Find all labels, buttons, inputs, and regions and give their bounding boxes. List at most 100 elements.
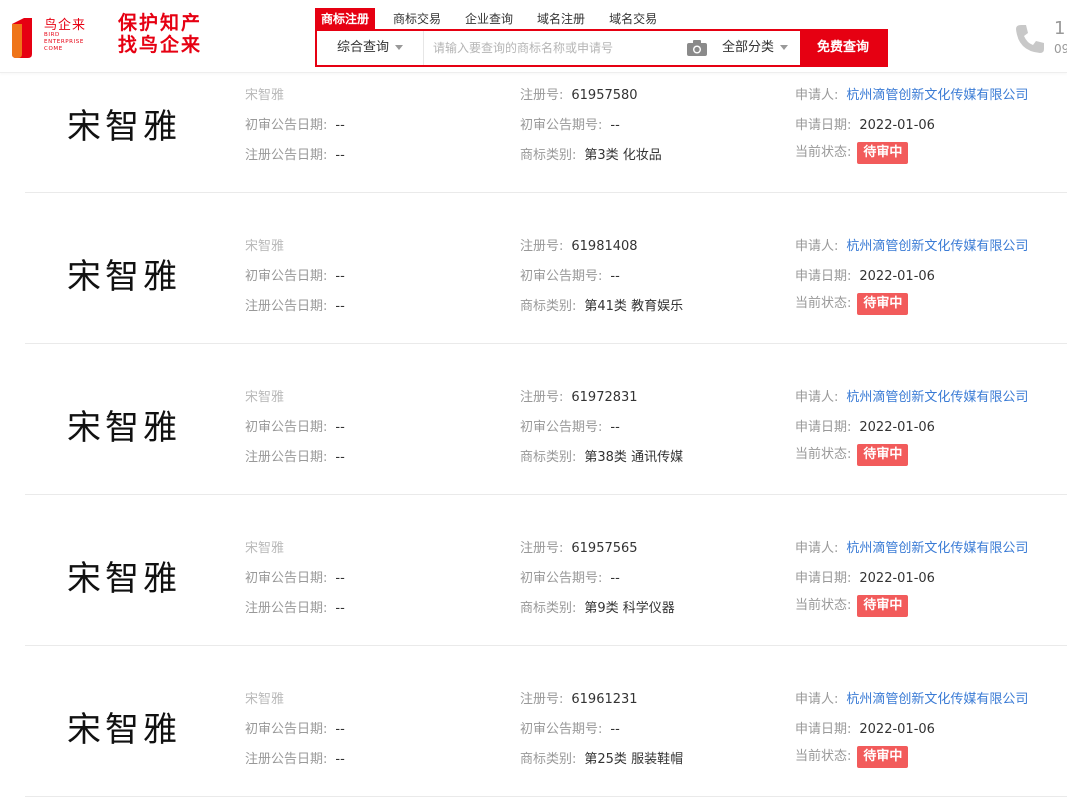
first-trial-no: 初审公告期号: -- [520, 567, 620, 586]
applicant-link[interactable]: 杭州滴管创新文化传媒有限公司 [846, 88, 1028, 103]
reg-notice-date: 注册公告日期: -- [245, 144, 345, 163]
trademark-name-text: 宋智雅 [245, 239, 285, 254]
logo-icon[interactable] [8, 14, 36, 58]
result-row[interactable]: 宋智雅 宋智雅 初审公告日期: -- 注册公告日期: -- 注册号: 61957565… [25, 495, 1067, 646]
applicant-link[interactable]: 杭州滴管创新文化传媒有限公司 [846, 390, 1028, 405]
first-trial-no-label: 初审公告期号: [520, 420, 603, 435]
first-trial-date: 初审公告日期: -- [245, 114, 345, 133]
chevron-down-icon [780, 45, 789, 50]
trademark-image[interactable]: 宋智雅 [67, 99, 181, 148]
reg-no-label: 注册号: [520, 239, 564, 254]
reg-no: 注册号: 61957565 [520, 537, 638, 556]
category-value: 第41类 教育娱乐 [584, 299, 684, 314]
first-trial-date-label: 初审公告日期: [245, 269, 328, 284]
search-input[interactable] [433, 31, 683, 65]
apply-date: 申请日期: 2022-01-06 [795, 416, 935, 435]
status-label: 当前状态: [795, 296, 852, 311]
status-badge: 待审中 [857, 746, 909, 768]
trademark-image[interactable]: 宋智雅 [67, 551, 181, 600]
first-trial-date: 初审公告日期: -- [245, 718, 345, 737]
slogan-line-1: 保护知产 [118, 12, 203, 34]
tab-domain-register[interactable]: 域名注册 [531, 8, 591, 30]
current-status: 当前状态: 待审中 [795, 443, 909, 466]
reg-no: 注册号: 61981408 [520, 235, 638, 254]
trademark-image[interactable]: 宋智雅 [67, 249, 181, 298]
first-trial-no-value: -- [610, 571, 620, 586]
result-row[interactable]: 宋智雅 宋智雅 初审公告日期: -- 注册公告日期: -- 注册号: 61961231… [25, 646, 1067, 797]
reg-notice-date-value: -- [335, 601, 345, 616]
trademark-name-text: 宋智雅 [245, 692, 285, 707]
applicant-link[interactable]: 杭州滴管创新文化传媒有限公司 [846, 692, 1028, 707]
status-label: 当前状态: [795, 749, 852, 764]
first-trial-date-label: 初审公告日期: [245, 118, 328, 133]
current-status: 当前状态: 待审中 [795, 292, 909, 315]
category-value: 第25类 服装鞋帽 [584, 752, 684, 767]
chevron-down-icon [395, 45, 403, 50]
slogan: 保护知产 找鸟企来 [118, 12, 228, 56]
reg-no: 注册号: 61972831 [520, 386, 638, 405]
apply-date: 申请日期: 2022-01-06 [795, 718, 935, 737]
trademark-image[interactable]: 宋智雅 [67, 400, 181, 449]
first-trial-date-label: 初审公告日期: [245, 722, 328, 737]
status-badge: 待审中 [857, 444, 909, 466]
apply-date-label: 申请日期: [795, 269, 852, 284]
tab-trademark-trade[interactable]: 商标交易 [387, 8, 447, 30]
trademark-image[interactable]: 宋智雅 [67, 702, 181, 751]
trademark-name-text: 宋智雅 [245, 88, 285, 103]
trademark-name: 宋智雅 [245, 688, 284, 707]
first-trial-no-label: 初审公告期号: [520, 571, 603, 586]
category-dropdown[interactable]: 全部分类 [722, 31, 789, 65]
trademark-category: 商标类别: 第3类 化妆品 [520, 144, 662, 163]
applicant: 申请人: 杭州滴管创新文化传媒有限公司 [795, 688, 1028, 707]
search-button[interactable]: 免费查询 [800, 31, 886, 65]
first-trial-date: 初审公告日期: -- [245, 265, 345, 284]
reg-no: 注册号: 61961231 [520, 688, 638, 707]
applicant: 申请人: 杭州滴管创新文化传媒有限公司 [795, 84, 1028, 103]
reg-notice-date-label: 注册公告日期: [245, 450, 328, 465]
slogan-line-2: 找鸟企来 [118, 34, 203, 56]
reg-notice-date-value: -- [335, 299, 345, 314]
apply-date-value: 2022-01-06 [859, 420, 935, 435]
trademark-category: 商标类别: 第38类 通讯传媒 [520, 446, 683, 465]
reg-notice-date: 注册公告日期: -- [245, 446, 345, 465]
reg-no-value: 61957580 [571, 88, 638, 103]
first-trial-date-label: 初审公告日期: [245, 420, 328, 435]
status-label: 当前状态: [795, 145, 852, 160]
applicant-link[interactable]: 杭州滴管创新文化传媒有限公司 [846, 541, 1028, 556]
tab-company-query[interactable]: 企业查询 [459, 8, 519, 30]
reg-no-value: 61961231 [571, 692, 638, 707]
apply-date: 申请日期: 2022-01-06 [795, 114, 935, 133]
first-trial-date-value: -- [335, 269, 345, 284]
first-trial-date-value: -- [335, 118, 345, 133]
reg-notice-date: 注册公告日期: -- [245, 295, 345, 314]
category-label: 商标类别: [520, 299, 577, 314]
site-header: 鸟企来 BIRD ENTERPRISE COME 保护知产 找鸟企来 商标注册 … [0, 0, 1067, 73]
tab-trademark-register[interactable]: 商标注册 [315, 8, 376, 30]
apply-date-value: 2022-01-06 [859, 118, 935, 133]
result-row[interactable]: 宋智雅 宋智雅 初审公告日期: -- 注册公告日期: -- 注册号: 61981408… [25, 193, 1067, 344]
current-status: 当前状态: 待审中 [795, 141, 909, 164]
camera-icon[interactable] [687, 40, 707, 56]
search-type-dropdown[interactable]: 综合查询 [317, 31, 424, 65]
reg-no-value: 61957565 [571, 541, 638, 556]
result-row[interactable]: 宋智雅 宋智雅 初审公告日期: -- 注册公告日期: -- 注册号: 61972831… [25, 344, 1067, 495]
search-box: 综合查询 全部分类 免费查询 [315, 29, 888, 67]
tab-domain-trade[interactable]: 域名交易 [603, 8, 663, 30]
status-badge: 待审中 [857, 293, 909, 315]
reg-no-label: 注册号: [520, 88, 564, 103]
trademark-category: 商标类别: 第25类 服装鞋帽 [520, 748, 683, 767]
category-label: 商标类别: [520, 752, 577, 767]
applicant: 申请人: 杭州滴管创新文化传媒有限公司 [795, 235, 1028, 254]
reg-no-label: 注册号: [520, 692, 564, 707]
status-badge: 待审中 [857, 142, 909, 164]
category-label: 全部分类 [722, 40, 775, 55]
applicant: 申请人: 杭州滴管创新文化传媒有限公司 [795, 386, 1028, 405]
category-value: 第38类 通讯传媒 [584, 450, 684, 465]
trademark-name: 宋智雅 [245, 84, 284, 103]
applicant-label: 申请人: [795, 541, 839, 556]
result-row[interactable]: 宋智雅 宋智雅 初审公告日期: -- 注册公告日期: -- 注册号: 61957580… [25, 73, 1067, 193]
category-label: 商标类别: [520, 601, 577, 616]
category-label: 商标类别: [520, 148, 577, 163]
first-trial-no-value: -- [610, 118, 620, 133]
applicant-link[interactable]: 杭州滴管创新文化传媒有限公司 [846, 239, 1028, 254]
